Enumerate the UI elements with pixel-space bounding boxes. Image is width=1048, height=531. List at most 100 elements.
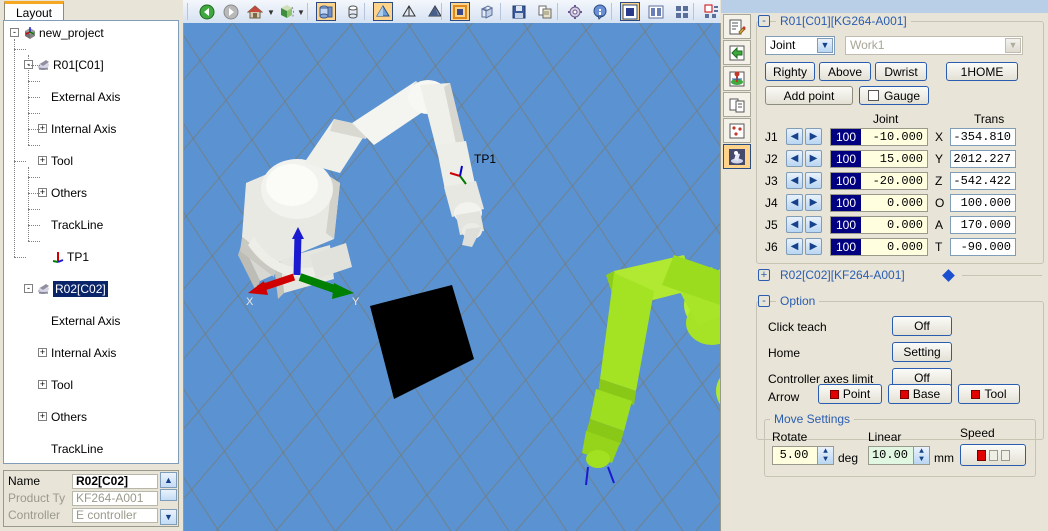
quad-view-icon[interactable] — [672, 2, 692, 21]
robot1-collapse-toggle[interactable]: - — [758, 15, 770, 27]
property-value[interactable]: KF264-A001 — [72, 491, 158, 506]
vtab-copy-pages[interactable] — [723, 92, 751, 117]
filled-shape-icon[interactable] — [425, 2, 445, 21]
joint-decrement-button[interactable]: ◀ — [786, 172, 803, 189]
property-grid[interactable]: ▲ ▼ Name R02[C02] Product Ty KF264-A001 Cont… — [3, 470, 179, 527]
linear-spinner-arrows[interactable]: ▲ ▼ — [913, 447, 929, 464]
save-icon[interactable] — [509, 2, 529, 21]
tree-node[interactable]: External Axis — [4, 313, 178, 329]
joint-decrement-button[interactable]: ◀ — [786, 216, 803, 233]
joint-decrement-button[interactable]: ◀ — [786, 128, 803, 145]
tree-collapse-toggle[interactable]: - — [24, 284, 33, 293]
transparent-box-icon[interactable] — [477, 2, 497, 21]
vtab-robot-jog[interactable] — [723, 144, 751, 169]
add-point-button[interactable]: Add point — [765, 86, 853, 105]
joint-increment-button[interactable]: ▶ — [805, 216, 822, 233]
option-value-button[interactable]: Off — [892, 316, 952, 336]
property-row[interactable]: Controller E controller — [4, 507, 160, 524]
joint-increment-button[interactable]: ▶ — [805, 238, 822, 255]
trans-value-field[interactable]: -354.810 — [950, 128, 1016, 146]
property-scrollbar[interactable]: ▲ ▼ — [160, 472, 177, 525]
tree-node[interactable]: + Tool — [4, 153, 178, 169]
chevron-down-icon[interactable]: ▼ — [817, 38, 833, 53]
settings-gear-icon[interactable] — [565, 2, 585, 21]
tree-collapse-toggle[interactable]: - — [10, 28, 19, 37]
property-value[interactable]: R02[C02] — [72, 474, 158, 489]
joint-increment-button[interactable]: ▶ — [805, 194, 822, 211]
trans-value-field[interactable]: -90.000 — [950, 238, 1016, 256]
scroll-down-button[interactable]: ▼ — [160, 509, 177, 525]
bounding-box-icon[interactable] — [450, 2, 470, 21]
option-value-button[interactable]: Setting — [892, 342, 952, 362]
chevron-down-icon[interactable]: ▼ — [1005, 38, 1021, 53]
arrow-base-button[interactable]: Base — [888, 384, 952, 404]
3d-viewport[interactable]: X Y TP1 — [184, 23, 720, 531]
tree-node[interactable]: TrackLine — [4, 441, 178, 457]
robot2-expand-toggle[interactable]: + — [758, 269, 770, 281]
back-icon[interactable] — [197, 2, 217, 21]
vtab-link-nodes[interactable] — [723, 40, 751, 65]
option-collapse-toggle[interactable]: - — [758, 295, 770, 307]
joint-decrement-button[interactable]: ◀ — [786, 150, 803, 167]
tree-expand-toggle[interactable]: + — [38, 156, 47, 165]
tree-node[interactable]: - R02[C02] — [4, 281, 178, 297]
trans-value-field[interactable]: -542.422 — [950, 172, 1016, 190]
view-cube-icon[interactable] — [277, 2, 297, 21]
chevron-down-icon[interactable]: ▼ — [267, 9, 275, 17]
config-above-button[interactable]: Above — [819, 62, 871, 81]
vertical-tabstrip[interactable] — [723, 14, 753, 174]
tree-node[interactable]: + Tool — [4, 377, 178, 393]
scroll-up-button[interactable]: ▲ — [160, 472, 177, 488]
rotate-spinner-arrows[interactable]: ▲ ▼ — [817, 447, 833, 464]
speed-segment[interactable] — [976, 449, 986, 461]
trans-value-field[interactable]: 170.000 — [950, 216, 1016, 234]
speed-segment[interactable] — [1000, 449, 1010, 461]
home-button[interactable]: 1HOME — [946, 62, 1018, 81]
joint-value-field[interactable]: 100 0.000 — [830, 194, 928, 212]
multi-view-icon[interactable] — [702, 2, 722, 21]
arrow-tool-button[interactable]: Tool — [958, 384, 1020, 404]
trans-value-field[interactable]: 100.000 — [950, 194, 1016, 212]
arrow-point-button[interactable]: Point — [818, 384, 882, 404]
info-icon[interactable] — [590, 2, 610, 21]
single-view-icon[interactable] — [620, 2, 640, 21]
vtab-points-card[interactable] — [723, 118, 751, 143]
solid-model-icon[interactable] — [316, 2, 336, 21]
tree-node[interactable]: TP1 — [4, 249, 178, 265]
shaded-shape-icon[interactable] — [373, 2, 393, 21]
joint-decrement-button[interactable]: ◀ — [786, 194, 803, 211]
tree-node[interactable]: + Internal Axis — [4, 345, 178, 361]
config-righty-button[interactable]: Righty — [765, 62, 815, 81]
joint-value-field[interactable]: 100 0.000 — [830, 216, 928, 234]
tree-node[interactable]: + Others — [4, 409, 178, 425]
forward-icon[interactable] — [221, 2, 241, 21]
joint-value-field[interactable]: 100 -20.000 — [830, 172, 928, 190]
speed-segment[interactable] — [988, 449, 998, 461]
work-frame-select[interactable]: Work1 ▼ — [845, 36, 1023, 55]
project-tree[interactable]: - new_project - R01[C01] External Axis + Inter… — [3, 20, 179, 464]
tree-expand-toggle[interactable]: + — [38, 348, 47, 357]
vtab-teach-point[interactable] — [723, 66, 751, 91]
main-toolbar[interactable]: ▼ ▼ — [183, 0, 720, 24]
joint-value-field[interactable]: 100 -10.000 — [830, 128, 928, 146]
joint-decrement-button[interactable]: ◀ — [786, 238, 803, 255]
gauge-button[interactable]: Gauge — [859, 86, 929, 105]
tree-expand-toggle[interactable]: + — [38, 380, 47, 389]
motion-mode-select[interactable]: Joint ▼ — [765, 36, 835, 55]
property-row[interactable]: Name R02[C02] — [4, 473, 160, 490]
property-row[interactable]: Product Ty KF264-A001 — [4, 490, 160, 507]
joint-value-field[interactable]: 100 15.000 — [830, 150, 928, 168]
property-value[interactable]: E controller — [72, 508, 158, 523]
home-icon[interactable] — [245, 2, 265, 21]
joint-increment-button[interactable]: ▶ — [805, 128, 822, 145]
vtab-edit-document[interactable] — [723, 14, 751, 39]
wireframe-model-icon[interactable] — [343, 2, 363, 21]
joint-increment-button[interactable]: ▶ — [805, 150, 822, 167]
outline-shape-icon[interactable] — [399, 2, 419, 21]
trans-value-field[interactable]: 2012.227 — [950, 150, 1016, 168]
tree-expand-toggle[interactable]: + — [38, 412, 47, 421]
rotate-stepper[interactable]: 5.00 ▲ ▼ — [772, 446, 834, 465]
joint-value-field[interactable]: 100 0.000 — [830, 238, 928, 256]
tab-layout[interactable]: Layout — [4, 1, 64, 21]
joint-increment-button[interactable]: ▶ — [805, 172, 822, 189]
